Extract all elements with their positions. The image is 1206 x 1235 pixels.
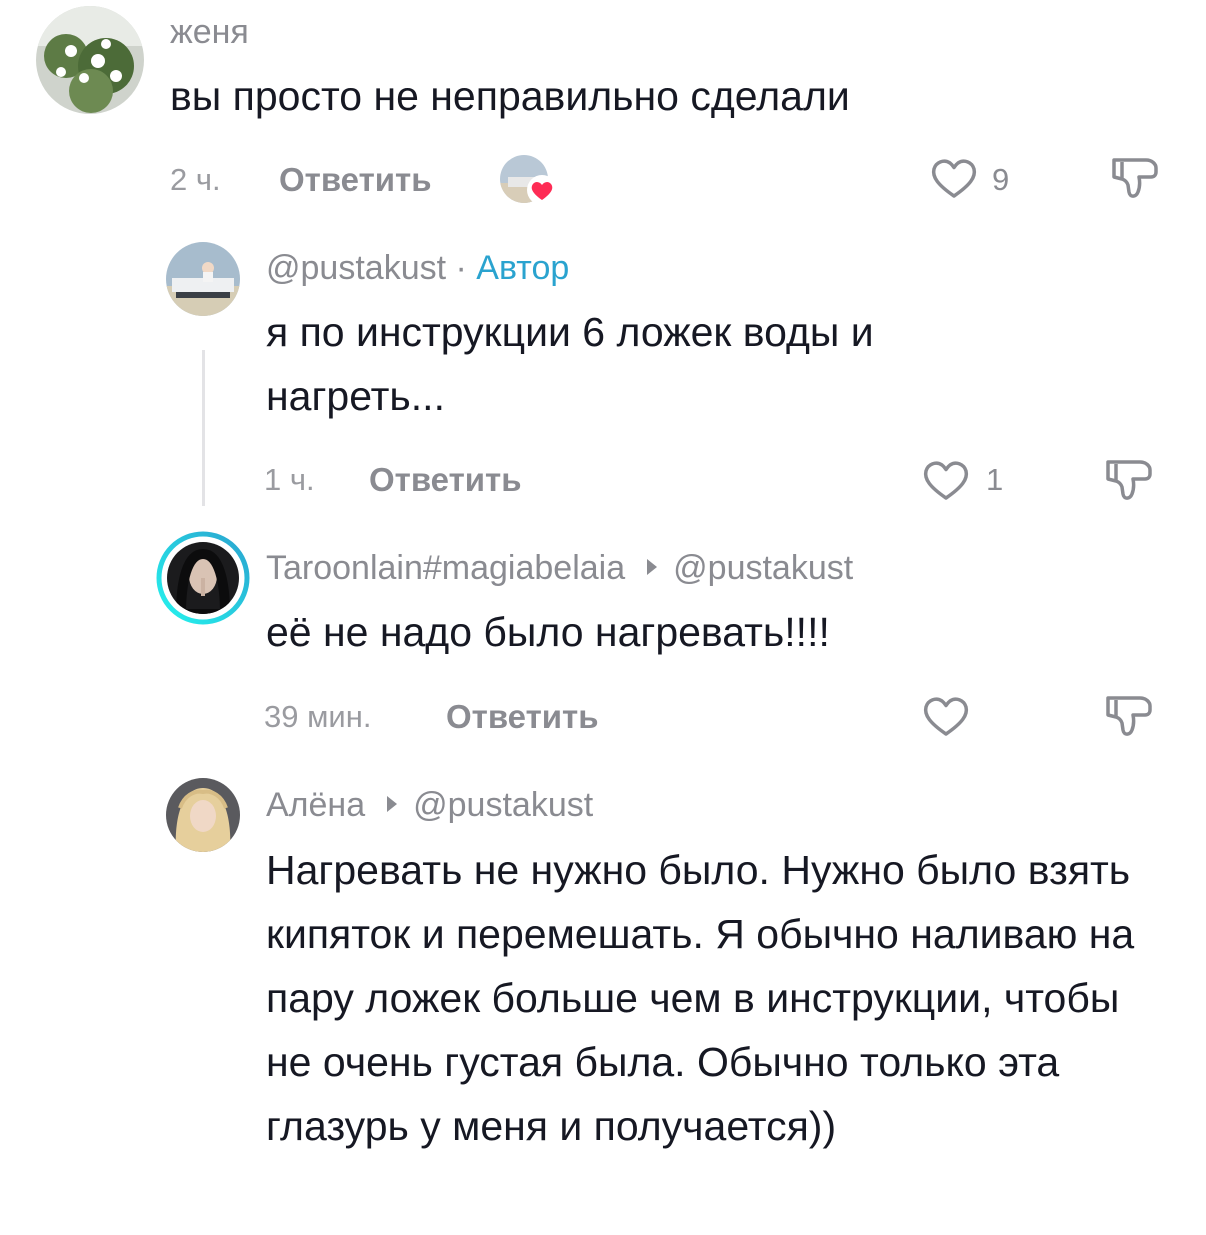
comment-username-line: Taroonlain#magiabelaia @pustakust bbox=[266, 548, 853, 588]
reply-arrow-icon bbox=[647, 559, 658, 576]
avatar-taroonlain[interactable] bbox=[167, 542, 239, 614]
boat-photo-icon bbox=[166, 242, 240, 316]
comment-text: Нагревать не нужно было. Нужно было взят… bbox=[266, 847, 1135, 1149]
avatar-zhenya[interactable] bbox=[36, 6, 144, 114]
comment-username[interactable]: Taroonlain#magiabelaia bbox=[266, 549, 625, 587]
heart-filled-icon bbox=[527, 175, 557, 205]
separator-dot: · bbox=[455, 249, 467, 287]
heart-outline-icon[interactable] bbox=[928, 154, 980, 202]
reply-button[interactable]: Ответить bbox=[446, 697, 599, 737]
dislike-icon[interactable] bbox=[1108, 152, 1162, 206]
comment-text: вы просто не неправильно сделали bbox=[170, 73, 850, 119]
comment-time: 1 ч. bbox=[264, 462, 315, 497]
comment-username-line: Алёна @pustakust bbox=[266, 785, 593, 825]
heart-outline-icon[interactable] bbox=[920, 692, 972, 740]
portrait-photo-icon bbox=[166, 778, 240, 852]
author-badge: Автор bbox=[476, 249, 570, 287]
comment-time: 2 ч. bbox=[170, 162, 221, 197]
reply-button[interactable]: Ответить bbox=[279, 160, 432, 200]
comment-username[interactable]: @pustakust bbox=[266, 249, 446, 287]
avatar-alena[interactable] bbox=[166, 778, 240, 852]
like-count: 9 bbox=[992, 162, 1010, 197]
reply-button[interactable]: Ответить bbox=[369, 460, 522, 500]
heart-outline-icon[interactable] bbox=[920, 456, 972, 504]
reply-arrow-icon bbox=[387, 796, 398, 813]
like-count: 1 bbox=[986, 462, 1004, 497]
comment-text: её не надо было нагревать!!!! bbox=[266, 609, 830, 655]
comment-username[interactable]: Алёна bbox=[266, 786, 365, 824]
flower-photo-icon bbox=[36, 6, 144, 114]
comment-text: я по инструкции 6 ложек воды и нагреть..… bbox=[266, 309, 874, 419]
reply-to-username[interactable]: @pustakust bbox=[413, 786, 593, 824]
thread-line bbox=[202, 350, 205, 506]
dislike-icon[interactable] bbox=[1102, 454, 1156, 508]
comment-time: 39 мин. bbox=[264, 699, 372, 734]
comment-username[interactable]: женя bbox=[170, 12, 249, 52]
reply-to-username[interactable]: @pustakust bbox=[673, 549, 853, 587]
portrait-photo-icon bbox=[167, 542, 239, 614]
comment-username-line: @pustakust · Автор bbox=[266, 248, 569, 288]
dislike-icon[interactable] bbox=[1102, 690, 1156, 744]
avatar-pustakust[interactable] bbox=[166, 242, 240, 316]
